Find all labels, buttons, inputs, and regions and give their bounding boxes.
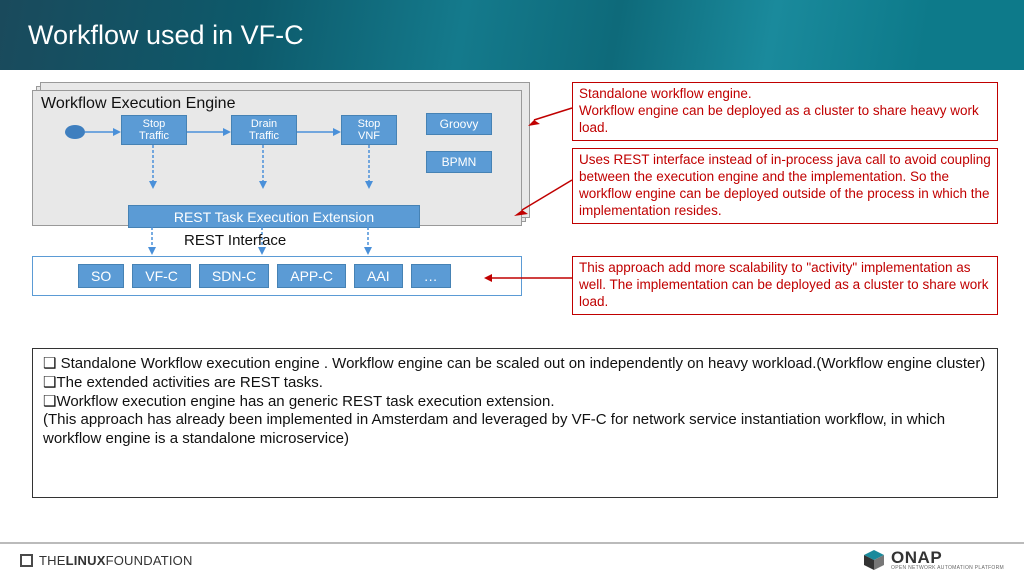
bullets-box: ❑ Standalone Workflow execution engine .… [32,348,998,498]
bullet-1: Standalone Workflow execution engine . W… [61,355,986,372]
flow-arrow-icon [187,128,231,136]
services-row: SO VF-C SDN-C APP-C AAI … [32,256,522,296]
slide-header: Workflow used in VF-C [0,0,1024,70]
task-drain-traffic: DrainTraffic [231,115,297,145]
service-more: … [411,264,451,288]
callout-scalability: This approach add more scalability to "a… [572,256,998,315]
down-arrow-icon [149,145,157,189]
lf-text: THELINUXFOUNDATION [39,553,193,568]
lf-square-icon [20,554,33,567]
slide-footer: THELINUXFOUNDATION ONAP OPEN NETWORK AUT… [0,542,1024,576]
service-aai: AAI [354,264,403,288]
callout-arrow-icon [526,104,576,124]
workflow-engine-title: Workflow Execution Engine [41,95,513,113]
task-stop-traffic: StopTraffic [121,115,187,145]
bullet-4: (This approach has already been implemen… [43,411,945,447]
callout-engine: Standalone workflow engine.Workflow engi… [572,82,998,141]
workflow-sequence: StopTraffic DrainTraffic StopVNF Groovy … [41,115,513,177]
onap-text: ONAP OPEN NETWORK AUTOMATION PLATFORM [891,549,1004,571]
linux-foundation-logo: THELINUXFOUNDATION [20,553,193,568]
badge-groovy: Groovy [426,113,492,135]
flow-arrow-icon [297,128,341,136]
task-stop-vnf: StopVNF [341,115,397,145]
bullet-2: The extended activities are REST tasks. [56,374,323,391]
rest-extension-bar: REST Task Execution Extension [128,205,420,228]
down-arrow-icon [365,145,373,189]
service-vfc: VF-C [132,264,191,288]
onap-cube-icon [863,549,885,571]
service-appc: APP-C [277,264,346,288]
service-so: SO [78,264,124,288]
start-node-icon [65,125,85,139]
callout-rest: Uses REST interface instead of in-proces… [572,148,998,224]
rest-interface-label: REST Interface [184,232,286,249]
onap-logo: ONAP OPEN NETWORK AUTOMATION PLATFORM [863,549,1004,571]
bullet-3: Workflow execution engine has an generic… [56,393,554,410]
workflow-engine-panel: Workflow Execution Engine StopTraffic Dr… [32,90,522,226]
down-arrow-icon [148,227,156,255]
down-arrow-icon [259,145,267,189]
slide-title: Workflow used in VF-C [28,20,304,51]
flow-arrow-icon [85,128,121,136]
badge-bpmn: BPMN [426,151,492,173]
service-sdnc: SDN-C [199,264,269,288]
down-arrow-icon [364,227,372,255]
